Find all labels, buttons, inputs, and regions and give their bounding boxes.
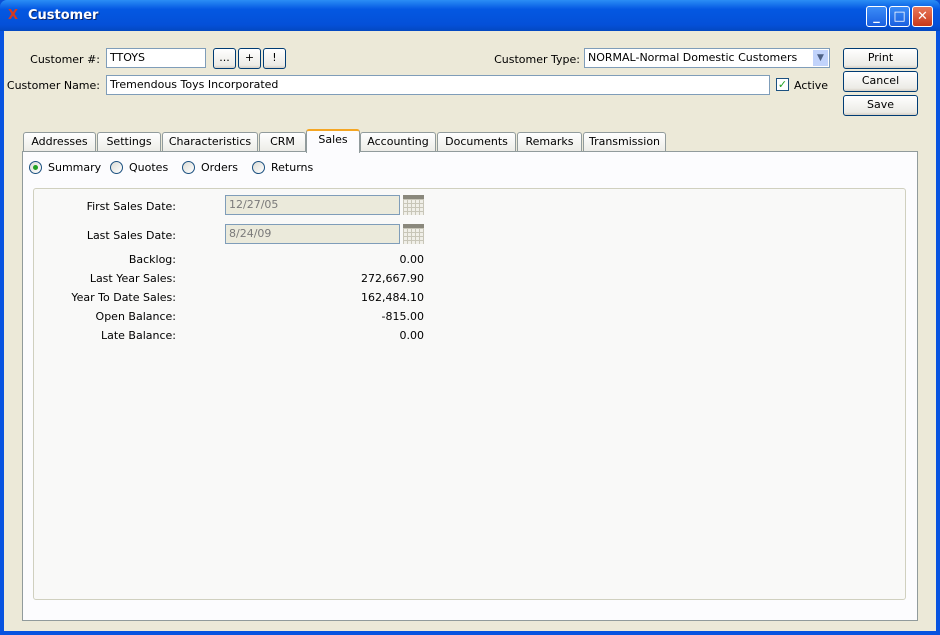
first-sales-date-field: 12/27/05 bbox=[225, 195, 400, 215]
radio-orders[interactable]: Orders bbox=[182, 161, 238, 174]
late-balance-value: 0.00 bbox=[399, 329, 425, 342]
tab-addresses[interactable]: Addresses bbox=[23, 132, 96, 152]
last-year-sales-value: 272,667.90 bbox=[361, 272, 424, 285]
sales-tab-pane: Summary Quotes Orders Returns First Sale… bbox=[22, 151, 918, 621]
close-button[interactable]: ✕ bbox=[912, 6, 933, 27]
customer-window: X Customer _ □ ✕ Customer #: TTOYS ... +… bbox=[0, 0, 940, 635]
active-checkbox[interactable]: ✓ bbox=[776, 78, 789, 91]
radio-summary-label: Summary bbox=[48, 161, 102, 174]
radio-icon bbox=[182, 161, 195, 174]
backlog-label: Backlog: bbox=[128, 253, 176, 266]
tab-accounting[interactable]: Accounting bbox=[360, 132, 436, 152]
radio-summary[interactable]: Summary bbox=[29, 161, 101, 174]
radio-quotes[interactable]: Quotes bbox=[110, 161, 168, 174]
radio-quotes-label: Quotes bbox=[129, 161, 169, 174]
customer-type-value: NORMAL-Normal Domestic Customers bbox=[588, 51, 798, 64]
customer-number-input[interactable]: TTOYS bbox=[106, 48, 206, 68]
first-sales-date-label: First Sales Date: bbox=[86, 200, 176, 213]
radio-returns-label: Returns bbox=[271, 161, 314, 174]
active-label: Active bbox=[794, 79, 829, 92]
customer-type-select[interactable]: NORMAL-Normal Domestic Customers ▼ bbox=[584, 48, 830, 68]
title-bar: X Customer _ □ ✕ bbox=[0, 0, 940, 31]
window-title: Customer bbox=[28, 8, 99, 23]
app-logo-icon: X bbox=[8, 8, 19, 23]
maximize-button[interactable]: □ bbox=[889, 6, 910, 27]
last-sales-date-label: Last Sales Date: bbox=[86, 229, 176, 242]
new-customer-button[interactable]: + bbox=[238, 48, 261, 69]
window-body: Customer #: TTOYS ... + ! Customer Name:… bbox=[4, 31, 936, 631]
ytd-sales-value: 162,484.10 bbox=[361, 291, 424, 304]
calendar-icon[interactable] bbox=[403, 224, 424, 244]
tab-sales[interactable]: Sales bbox=[306, 129, 360, 153]
open-balance-label: Open Balance: bbox=[95, 310, 176, 323]
tab-documents[interactable]: Documents bbox=[437, 132, 516, 152]
radio-icon bbox=[252, 161, 265, 174]
radio-selected-icon bbox=[29, 161, 42, 174]
tab-remarks[interactable]: Remarks bbox=[517, 132, 582, 152]
save-button[interactable]: Save bbox=[843, 95, 918, 116]
chevron-down-icon: ▼ bbox=[813, 50, 828, 66]
last-sales-date-field: 8/24/09 bbox=[225, 224, 400, 244]
alert-button[interactable]: ! bbox=[263, 48, 286, 69]
lookup-button[interactable]: ... bbox=[213, 48, 236, 69]
radio-returns[interactable]: Returns bbox=[252, 161, 313, 174]
customer-name-label: Customer Name: bbox=[6, 79, 100, 92]
radio-orders-label: Orders bbox=[201, 161, 238, 174]
late-balance-label: Late Balance: bbox=[100, 329, 176, 342]
backlog-value: 0.00 bbox=[399, 253, 425, 266]
minimize-button[interactable]: _ bbox=[866, 6, 887, 27]
ytd-sales-label: Year To Date Sales: bbox=[71, 291, 176, 304]
calendar-icon[interactable] bbox=[403, 195, 424, 215]
tab-characteristics[interactable]: Characteristics bbox=[162, 132, 258, 152]
customer-type-label: Customer Type: bbox=[494, 53, 580, 66]
last-year-sales-label: Last Year Sales: bbox=[89, 272, 176, 285]
summary-group: First Sales Date: 12/27/05 Last Sales Da… bbox=[33, 188, 906, 600]
tab-crm[interactable]: CRM bbox=[259, 132, 306, 152]
open-balance-value: -815.00 bbox=[381, 310, 424, 323]
tab-transmission[interactable]: Transmission bbox=[583, 132, 666, 152]
customer-number-label: Customer #: bbox=[30, 53, 100, 66]
radio-icon bbox=[110, 161, 123, 174]
customer-name-input[interactable]: Tremendous Toys Incorporated bbox=[106, 75, 770, 95]
tab-settings[interactable]: Settings bbox=[97, 132, 161, 152]
cancel-button[interactable]: Cancel bbox=[843, 71, 918, 92]
print-button[interactable]: Print bbox=[843, 48, 918, 69]
